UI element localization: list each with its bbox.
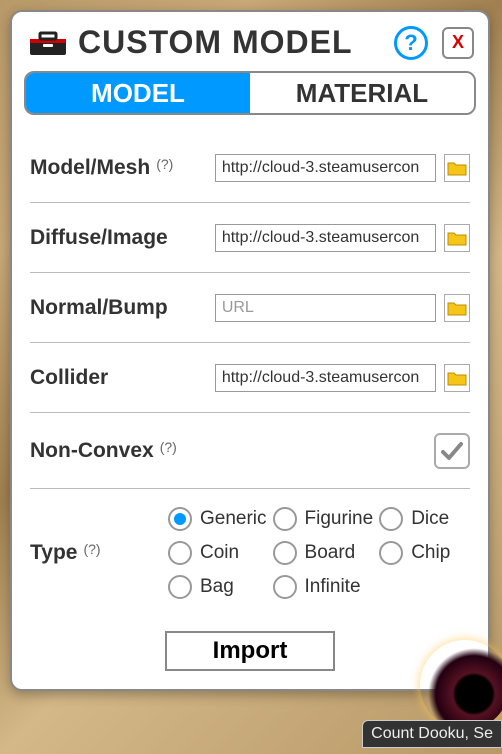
titlebar: CUSTOM MODEL ? X	[24, 22, 476, 71]
collider-browse-button[interactable]	[444, 364, 470, 392]
collider-url-input[interactable]	[215, 364, 436, 392]
radio-chip[interactable]: Chip	[379, 541, 470, 565]
radio-board[interactable]: Board	[273, 541, 374, 565]
help-button[interactable]: ?	[394, 26, 428, 60]
radio-circle-icon	[273, 541, 297, 565]
radio-circle-icon	[273, 507, 297, 531]
import-button[interactable]: Import	[165, 631, 335, 671]
radio-generic[interactable]: Generic	[168, 507, 267, 531]
label-collider-text: Collider	[30, 366, 108, 390]
radio-label: Dice	[411, 508, 449, 530]
radio-circle-icon	[379, 507, 403, 531]
label-normal-text: Normal/Bump	[30, 296, 168, 320]
label-type-text: Type	[30, 541, 77, 565]
label-diffuse-text: Diffuse/Image	[30, 226, 168, 250]
radio-infinite[interactable]: Infinite	[273, 575, 374, 599]
row-normal: Normal/Bump	[30, 273, 470, 343]
diffuse-browse-button[interactable]	[444, 224, 470, 252]
radio-bag[interactable]: Bag	[168, 575, 267, 599]
radio-circle-icon	[168, 541, 192, 565]
label-collider: Collider	[30, 366, 207, 390]
radio-label: Bag	[200, 576, 234, 598]
close-button[interactable]: X	[442, 27, 474, 59]
hint-type[interactable]: (?)	[83, 541, 100, 557]
row-type: Type (?) Generic Figurine Dice	[30, 489, 470, 611]
type-radio-group: Generic Figurine Dice Coin Board	[168, 507, 470, 599]
radio-label: Generic	[200, 508, 267, 530]
label-normal: Normal/Bump	[30, 296, 207, 320]
decorative-swirl-icon	[420, 640, 502, 730]
tab-bar: MODEL MATERIAL	[24, 71, 476, 115]
nonconvex-checkbox[interactable]	[434, 433, 470, 469]
radio-label: Board	[305, 542, 356, 564]
radio-circle-icon	[168, 575, 192, 599]
window-title: CUSTOM MODEL	[78, 24, 386, 61]
label-diffuse: Diffuse/Image	[30, 226, 207, 250]
radio-label: Chip	[411, 542, 450, 564]
hover-tooltip: Count Dooku, Se	[362, 720, 502, 748]
label-mesh-text: Model/Mesh	[30, 156, 150, 180]
radio-dice[interactable]: Dice	[379, 507, 470, 531]
tab-model[interactable]: MODEL	[26, 73, 250, 113]
label-nonconvex-text: Non-Convex	[30, 439, 154, 463]
radio-figurine[interactable]: Figurine	[273, 507, 374, 531]
radio-coin[interactable]: Coin	[168, 541, 267, 565]
label-nonconvex: Non-Convex (?)	[30, 439, 220, 463]
row-mesh: Model/Mesh (?)	[30, 133, 470, 203]
row-nonconvex: Non-Convex (?)	[30, 413, 470, 489]
radio-circle-icon	[168, 507, 192, 531]
row-diffuse: Diffuse/Image	[30, 203, 470, 273]
normal-browse-button[interactable]	[444, 294, 470, 322]
radio-label: Figurine	[305, 508, 374, 530]
mesh-browse-button[interactable]	[444, 154, 470, 182]
label-mesh: Model/Mesh (?)	[30, 156, 207, 180]
form: Model/Mesh (?) Diffuse/Image Normal/Bump	[24, 133, 476, 611]
radio-circle-icon	[379, 541, 403, 565]
normal-url-input[interactable]	[215, 294, 436, 322]
mesh-url-input[interactable]	[215, 154, 436, 182]
custom-model-dialog: CUSTOM MODEL ? X MODEL MATERIAL Model/Me…	[10, 10, 490, 691]
radio-label: Infinite	[305, 576, 361, 598]
row-collider: Collider	[30, 343, 470, 413]
diffuse-url-input[interactable]	[215, 224, 436, 252]
radio-label: Coin	[200, 542, 239, 564]
label-type: Type (?)	[30, 541, 160, 565]
radio-circle-icon	[273, 575, 297, 599]
tab-material[interactable]: MATERIAL	[250, 73, 474, 113]
hint-mesh[interactable]: (?)	[156, 156, 173, 172]
hint-nonconvex[interactable]: (?)	[160, 439, 177, 455]
toolbox-icon	[26, 29, 70, 57]
